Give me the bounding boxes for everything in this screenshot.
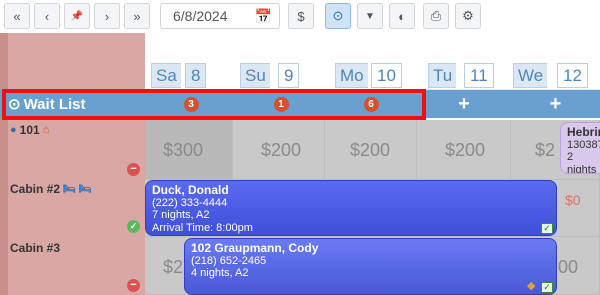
booking-hebrin[interactable]: Hebrin 130387 2 nights <box>560 122 600 174</box>
room-name: Cabin #3 <box>10 241 61 255</box>
day-abbr: Sa <box>151 63 181 88</box>
date-input[interactable]: 6/8/2024 📅 <box>160 3 280 29</box>
booking-arrival: Arrival Time: 8:00pm <box>152 221 253 234</box>
room-label-cabin-2[interactable]: Cabin #2 🛏 🛏 <box>10 182 91 196</box>
next-page-button[interactable]: › <box>94 3 120 29</box>
wait-list-toggle-button[interactable]: ⊙ <box>325 3 351 29</box>
booking-name: 102 Graupmann, Cody <box>191 241 319 255</box>
rate-cell[interactable]: $200 <box>417 120 511 180</box>
first-page-button[interactable]: « <box>4 3 30 29</box>
day-number: 11 <box>464 63 494 88</box>
day-abbr: Mo <box>335 63 368 88</box>
contrast-icon: ◐ <box>398 8 406 24</box>
date-value: 6/8/2024 <box>173 8 228 24</box>
contrast-button[interactable]: ◐ <box>389 3 415 29</box>
booking-phone: (222) 333-4444 <box>152 196 228 209</box>
room-row-cabin-2: Cabin #2 🛏 🛏 ✓ $0 Duck, Donald (222) 333… <box>0 180 600 237</box>
room-row-101: ● 101 ⌂ − $300 $200 $200 $200 $2 Hebrin … <box>0 120 600 180</box>
booking-name: Duck, Donald <box>152 183 229 197</box>
day-number: 9 <box>278 63 300 88</box>
wait-list-highlight-box <box>2 89 426 120</box>
settings-button[interactable]: ⚙ <box>455 3 481 29</box>
chevron-right-icon: › <box>104 8 110 24</box>
rate-value: $2 <box>163 257 184 277</box>
double-chevron-right-icon: » <box>133 8 141 24</box>
booking-graupmann-cody[interactable]: 102 Graupmann, Cody (218) 652-2465 4 nig… <box>184 238 557 295</box>
rate-cell[interactable]: $200 <box>233 120 325 180</box>
remove-icon[interactable]: − <box>127 163 140 176</box>
booking-detail: 7 nights, A2 <box>152 209 210 221</box>
day-number: 12 <box>557 63 588 88</box>
bed-icon: 🛏 <box>63 183 76 195</box>
dollar-icon: $ <box>297 8 305 24</box>
plus-icon: + <box>458 92 470 115</box>
pin-button[interactable]: 📌 <box>64 3 90 29</box>
booking-phone: (218) 652-2465 <box>191 254 267 267</box>
plus-icon: + <box>549 92 562 115</box>
rate-value: $0 <box>565 192 581 208</box>
booking-name: Hebrin <box>567 125 600 139</box>
rate-value: $300 <box>163 140 204 160</box>
room-icon: ● <box>10 124 17 136</box>
day-number: 8 <box>185 63 207 88</box>
print-icon: ⎙ <box>430 8 442 23</box>
remove-icon[interactable]: − <box>127 279 140 292</box>
toolbar: « ‹ 📌 › » 6/8/2024 📅 $ ⊙ ▼ ◐ ⎙ ⚙ <box>0 0 600 33</box>
rate-value: $200 <box>445 140 486 160</box>
bed-icon: 🛏 <box>78 183 92 195</box>
day-abbr: Su <box>240 63 270 88</box>
double-chevron-left-icon: « <box>13 8 21 24</box>
calendar-icon[interactable]: 📅 <box>255 8 272 25</box>
filter-icon: ▼ <box>365 10 375 22</box>
rate-value: $2 <box>535 140 556 160</box>
rate-value: $200 <box>261 140 302 160</box>
last-page-button[interactable]: » <box>124 3 150 29</box>
rates-button[interactable]: $ <box>288 3 314 29</box>
day-abbr: We <box>513 63 548 88</box>
room-label-101[interactable]: ● 101 ⌂ <box>10 123 49 137</box>
checked-in-icon: ✓ <box>541 282 553 293</box>
room-name: Cabin #2 <box>10 182 61 196</box>
rate-value: $200 <box>350 140 391 160</box>
chevron-left-icon: ‹ <box>44 8 50 24</box>
rate-cell[interactable]: $200 <box>325 120 417 180</box>
day-number: 10 <box>371 63 402 88</box>
booking-phone: 130387 <box>567 138 600 151</box>
booking-nights: 2 nights <box>567 151 597 174</box>
print-button[interactable]: ⎙ <box>423 3 449 29</box>
pin-icon: 📌 <box>70 10 84 22</box>
checked-in-icon: ✓ <box>541 223 553 234</box>
check-icon[interactable]: ✓ <box>127 220 140 233</box>
wait-list-add-tue[interactable]: + <box>417 90 511 118</box>
clock-icon: ⊙ <box>332 8 344 23</box>
rate-cell[interactable]: $300 <box>145 120 233 180</box>
booking-detail: 4 nights, A2 <box>191 267 249 279</box>
wait-list-add-wed[interactable]: + <box>511 90 600 118</box>
rate-value: 00 <box>558 257 579 277</box>
tag-icon: ◆ <box>527 280 536 292</box>
prev-page-button[interactable]: ‹ <box>34 3 60 29</box>
booking-duck-donald[interactable]: Duck, Donald (222) 333-4444 7 nights, A2… <box>145 180 557 236</box>
home-icon: ⌂ <box>42 124 50 136</box>
room-label-cabin-3[interactable]: Cabin #3 <box>10 241 60 255</box>
room-name: 101 <box>19 123 40 137</box>
filter-button[interactable]: ▼ <box>357 3 383 29</box>
day-abbr: Tu <box>428 63 457 88</box>
date-header: Sa 8 Su 9 Mo 10 Tu 11 We 12 <box>145 33 600 90</box>
gear-icon: ⚙ <box>462 8 474 23</box>
room-row-cabin-3: Cabin #3 − $2 00 102 Graupmann, Cody (21… <box>0 237 600 295</box>
